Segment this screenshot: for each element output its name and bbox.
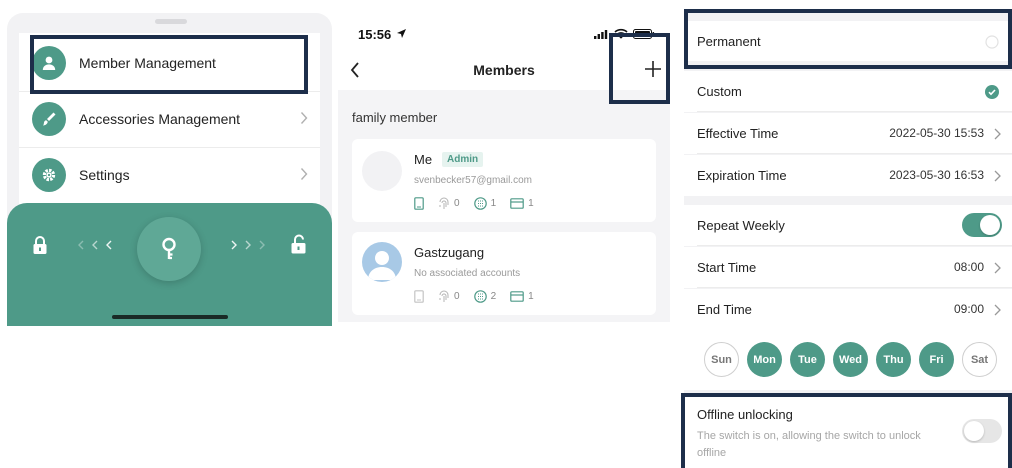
section-label: family member (352, 110, 438, 125)
menu-item-label: Accessories Management (79, 111, 241, 127)
highlight-box-permanent (684, 9, 1012, 69)
swipe-left-arrows-icon (78, 240, 112, 250)
row-label: Start Time (697, 260, 757, 275)
repeat-weekly-toggle[interactable] (962, 213, 1002, 237)
stat-password: 2 (473, 290, 497, 303)
radio-checked-icon[interactable] (985, 85, 999, 99)
member-name: Gastzugang (414, 245, 485, 260)
end-time-value: 09:00 (953, 302, 984, 316)
chevron-right-icon (994, 262, 1001, 274)
credential-stats: 0 1 1 (414, 197, 548, 210)
chevron-right-icon (300, 112, 308, 124)
day-wed[interactable]: Wed (833, 342, 868, 377)
stat-face (414, 197, 424, 210)
stat-face (414, 290, 424, 303)
menu-item-settings[interactable]: Settings (19, 147, 320, 202)
unlock-key-button[interactable] (137, 217, 201, 281)
row-label: Effective Time (697, 126, 779, 141)
menu-item-accessories-management[interactable]: Accessories Management (19, 91, 320, 146)
highlight-box-member-management (30, 35, 308, 94)
admin-badge: Admin (442, 152, 484, 167)
menu-item-label: Settings (79, 167, 130, 183)
credential-stats: 0 2 1 (414, 290, 548, 303)
highlight-box-add-button (609, 33, 670, 104)
chevron-right-icon (994, 304, 1001, 316)
fingerprint-icon (439, 197, 449, 209)
tablet-icon (414, 290, 424, 303)
lock-icon[interactable] (32, 235, 48, 255)
row-label: Expiration Time (697, 168, 787, 183)
chevron-right-icon (994, 170, 1001, 182)
swipe-right-arrows-icon (231, 240, 265, 250)
highlight-box-offline (681, 393, 1012, 468)
fingerprint-count: 0 (454, 291, 460, 302)
lock-control-panel (7, 203, 332, 326)
sheet-handle[interactable] (155, 19, 187, 24)
chevron-right-icon (300, 168, 308, 180)
card-icon (510, 198, 524, 209)
default-avatar-icon (368, 251, 396, 280)
stat-card: 1 (510, 291, 534, 302)
weekday-selector: Sun Mon Tue Wed Thu Fri Sat (684, 334, 1012, 390)
member-account: svenbecker57@gmail.com (414, 175, 532, 186)
unlock-icon[interactable] (290, 233, 308, 255)
end-time-row[interactable]: End Time 09:00 (684, 289, 1012, 334)
day-sun[interactable]: Sun (704, 342, 739, 377)
repeat-weekly-row: Repeat Weekly (684, 205, 1012, 246)
day-sat[interactable]: Sat (962, 342, 997, 377)
location-arrow-icon (397, 29, 406, 38)
day-fri[interactable]: Fri (919, 342, 954, 377)
gear-icon (32, 158, 66, 192)
start-time-value: 08:00 (953, 260, 984, 274)
day-thu[interactable]: Thu (876, 342, 911, 377)
chevron-right-icon (994, 128, 1001, 140)
option-custom[interactable]: Custom (684, 71, 1012, 112)
option-label: Custom (697, 84, 742, 99)
home-indicator (112, 315, 228, 319)
keypad-icon (473, 197, 487, 210)
card-count: 1 (528, 291, 534, 302)
card-count: 1 (528, 198, 534, 209)
stat-fingerprint: 0 (438, 197, 460, 210)
member-card[interactable]: Me Admin svenbecker57@gmail.com 0 1 1 (352, 139, 656, 222)
avatar (362, 242, 402, 282)
avatar (362, 151, 402, 191)
expiration-time-value: 2023-05-30 16:53 (889, 168, 984, 182)
password-count: 1 (490, 198, 497, 209)
status-time: 15:56 (358, 27, 392, 42)
stat-password: 1 (473, 197, 497, 210)
start-time-row[interactable]: Start Time 08:00 (684, 247, 1012, 288)
card-icon (510, 291, 524, 302)
brush-icon (32, 102, 66, 136)
row-label: Repeat Weekly (697, 218, 785, 233)
signal-icon (594, 30, 608, 39)
expiration-time-row[interactable]: Expiration Time 2023-05-30 16:53 (684, 155, 1012, 196)
effective-time-value: 2022-05-30 15:53 (889, 126, 984, 140)
stat-card: 1 (510, 198, 534, 209)
day-mon[interactable]: Mon (747, 342, 782, 377)
day-tue[interactable]: Tue (790, 342, 825, 377)
member-account: No associated accounts (414, 268, 521, 279)
effective-time-row[interactable]: Effective Time 2022-05-30 15:53 (684, 113, 1012, 154)
fingerprint-count: 0 (454, 198, 460, 209)
member-name: Me (414, 152, 433, 167)
tablet-icon (414, 197, 424, 210)
keypad-icon (473, 290, 487, 303)
password-count: 2 (490, 291, 497, 302)
member-card[interactable]: Gastzugang No associated accounts 0 2 1 (352, 232, 656, 315)
key-icon (162, 237, 176, 260)
fingerprint-icon (439, 290, 449, 302)
stat-fingerprint: 0 (438, 290, 460, 303)
row-label: End Time (697, 302, 752, 317)
